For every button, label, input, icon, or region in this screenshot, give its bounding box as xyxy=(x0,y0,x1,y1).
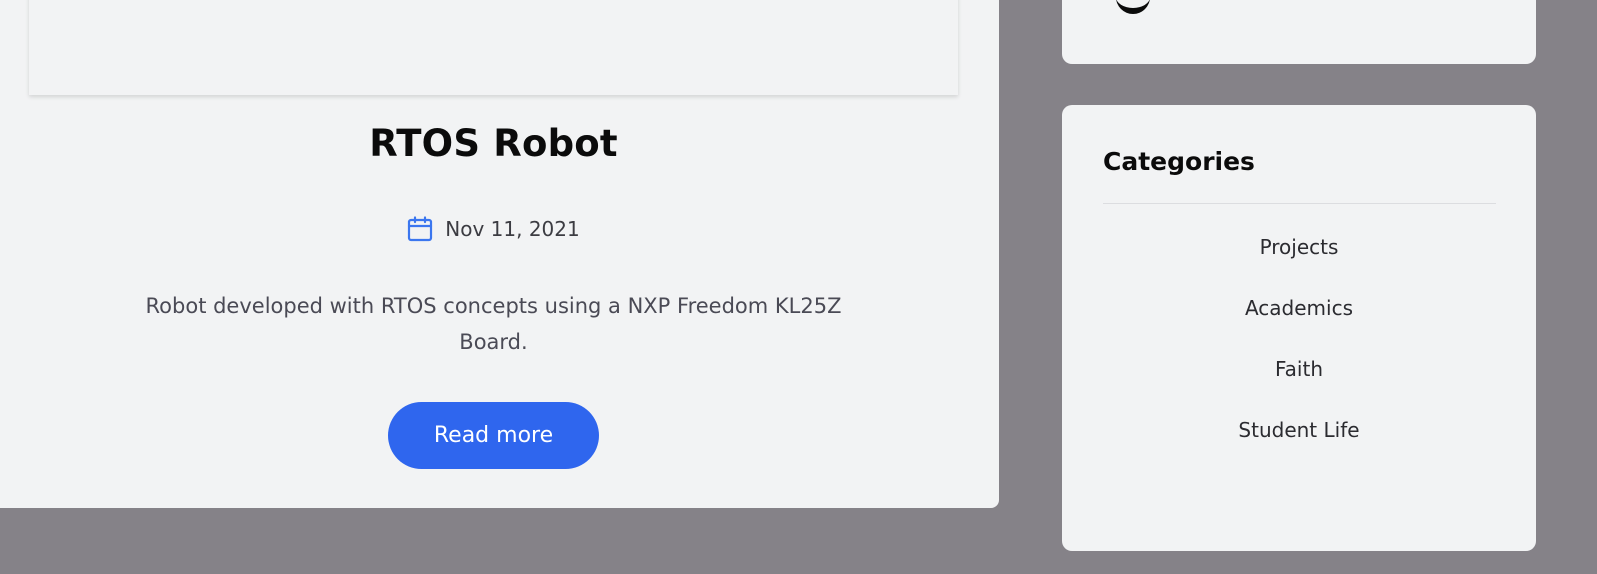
sidebar-widget-top xyxy=(1062,0,1536,64)
category-link-faith[interactable]: Faith xyxy=(1062,357,1536,418)
category-list: Projects Academics Faith Student Life xyxy=(1062,235,1536,479)
categories-divider xyxy=(1103,203,1496,204)
post-excerpt: Robot developed with RTOS concepts using… xyxy=(145,294,842,354)
categories-widget: Categories Projects Academics Faith Stud… xyxy=(1062,105,1536,551)
read-more-button[interactable]: Read more xyxy=(388,402,599,469)
categories-title: Categories xyxy=(1103,147,1255,176)
calendar-icon xyxy=(407,216,433,242)
post-card: RTOS Robot Nov 11, 2021 Robot developed … xyxy=(0,0,999,508)
category-link-projects[interactable]: Projects xyxy=(1062,235,1536,296)
post-date: Nov 11, 2021 xyxy=(445,217,580,241)
post-meta: Nov 11, 2021 xyxy=(0,216,987,242)
partial-glyph xyxy=(1116,0,1150,14)
post-thumbnail[interactable] xyxy=(29,0,958,95)
category-link-student-life[interactable]: Student Life xyxy=(1062,418,1536,479)
post-title[interactable]: RTOS Robot xyxy=(0,122,987,165)
category-link-academics[interactable]: Academics xyxy=(1062,296,1536,357)
